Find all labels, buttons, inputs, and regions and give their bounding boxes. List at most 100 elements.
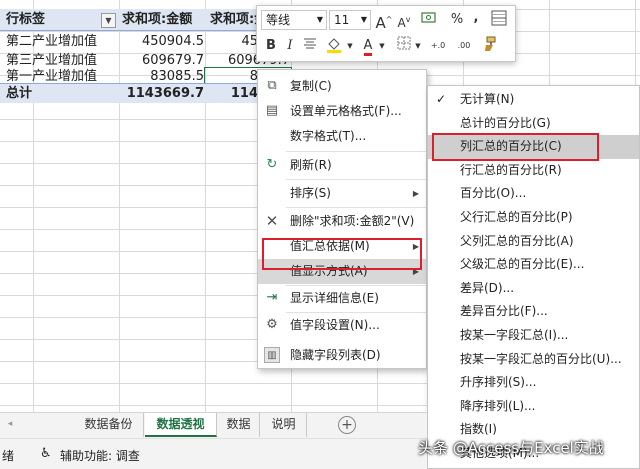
submenu-item-label: 行汇总的百分比(R)	[460, 162, 562, 177]
grid-icon	[491, 10, 507, 26]
highlight-box-percent-column-total	[432, 133, 599, 161]
submenu-item-difference-from[interactable]: 差异(D)...	[428, 277, 639, 301]
pivot-total-amount2[interactable]: 114	[204, 83, 258, 105]
increase-decimal-button[interactable]: +.0	[427, 36, 449, 56]
submenu-item-label: 父列汇总的百分比(A)	[460, 233, 574, 248]
font-size-value: 11	[334, 13, 350, 27]
font-name-select[interactable]: 等线 ▼	[261, 10, 327, 30]
borders-table-button[interactable]	[489, 10, 509, 30]
pivot-header-sum-amount2[interactable]: 求和项:金	[210, 9, 260, 31]
submenu-item-percent-row-total[interactable]: 行汇总的百分比(R)	[428, 159, 639, 183]
submenu-item-running-total[interactable]: 按某一字段汇总(I)...	[428, 324, 639, 348]
submenu-item-label: 无计算(N)	[460, 92, 515, 106]
status-ready: 绪	[2, 449, 15, 463]
submenu-item-percent-difference[interactable]: 差异百分比(F)...	[428, 300, 639, 324]
number-format-button[interactable]	[417, 10, 443, 30]
submenu-item-rank-ascending[interactable]: 升序排列(S)...	[428, 371, 639, 395]
grow-font-button[interactable]: A^	[375, 10, 393, 32]
filter-dropdown-icon[interactable]: ▼	[101, 13, 116, 28]
submenu-item-percent-parent-row[interactable]: 父行汇总的百分比(P)	[428, 206, 639, 230]
submenu-item-no-calculation[interactable]: ✓ 无计算(N)	[428, 88, 639, 112]
menu-item-refresh[interactable]: ↻ 刷新(R)	[258, 153, 426, 178]
context-menu-tail: ▥ 隐藏字段列表(D)	[257, 343, 427, 369]
context-menu: ⧉ 复制(C) ▤ 设置单元格格式(F)... 数字格式(T)... ↻ 刷新(R) …	[257, 69, 427, 369]
comma-style-button[interactable]: ,	[469, 8, 483, 28]
format-painter-button[interactable]	[479, 36, 499, 56]
chevron-down-icon: ▼	[316, 15, 323, 24]
menu-item-show-details[interactable]: ⇥ 显示详细信息(E)	[258, 286, 426, 311]
chevron-down-icon[interactable]: ▼	[345, 36, 355, 56]
italic-button[interactable]: I	[283, 36, 297, 56]
accessibility-icon: ♿	[40, 446, 52, 461]
menu-item-label: 复制(C)	[290, 79, 332, 93]
watermark: 头条 @Access与Excel实战	[418, 439, 604, 457]
shrink-font-button[interactable]: Av	[395, 10, 413, 30]
menu-item-label: 显示详细信息(E)	[290, 291, 379, 305]
bold-button[interactable]: B	[263, 36, 279, 56]
font-color-button[interactable]: A	[359, 36, 377, 56]
tab-data[interactable]: 数据	[218, 413, 260, 437]
chevron-down-icon[interactable]: ▼	[413, 36, 423, 56]
pivot-total-amount[interactable]: 1143669.7	[108, 83, 204, 105]
pivot-header-row-labels[interactable]: 行标签	[6, 9, 106, 31]
menu-separator	[286, 179, 426, 180]
tab-pivot[interactable]: 数据透视	[145, 413, 217, 437]
chevron-down-icon[interactable]: ▼	[377, 36, 387, 56]
menu-item-format-cells[interactable]: ▤ 设置单元格格式(F)...	[258, 99, 426, 124]
submenu-item-label: 百分比(O)...	[460, 186, 527, 201]
menu-item-label: 数字格式(T)...	[290, 129, 367, 143]
pivot-header-sum-amount[interactable]: 求和项:金额	[122, 9, 208, 31]
decrease-decimal-button[interactable]: .00	[453, 36, 475, 56]
menu-item-copy[interactable]: ⧉ 复制(C)	[258, 74, 426, 99]
tab-notes[interactable]: 说明	[261, 413, 307, 437]
font-color-icon: A	[363, 39, 373, 56]
refresh-icon: ↻	[266, 157, 278, 172]
submenu-item-label: 降序排列(L)...	[460, 398, 536, 413]
submenu-item-label: 总计的百分比(G)	[460, 115, 551, 130]
submenu-item-label: 父行汇总的百分比(P)	[460, 210, 573, 224]
submenu-item-label: 升序排列(S)...	[460, 375, 537, 390]
menu-item-label: 排序(S)	[290, 186, 331, 200]
submenu-item-percent-grand-total[interactable]: 总计的百分比(G)	[428, 112, 639, 136]
tab-scroll-icon[interactable]: ◂	[0, 413, 20, 437]
menu-item-sort[interactable]: 排序(S) ▶	[258, 181, 426, 206]
add-sheet-button[interactable]: +	[338, 416, 356, 434]
close-icon: ✕	[265, 212, 279, 230]
menu-item-number-format[interactable]: 数字格式(T)...	[258, 124, 426, 149]
submenu-item-percent-parent-total[interactable]: 父级汇总的百分比(E)...	[428, 253, 639, 277]
align-center-button[interactable]	[301, 36, 319, 56]
menu-item-label: 设置单元格格式(F)...	[290, 104, 402, 118]
menu-separator	[286, 207, 426, 208]
submenu-item-label: 差异百分比(F)...	[460, 304, 548, 319]
font-name-value: 等线	[266, 13, 291, 27]
sheet-tab-bar: ◂ 数据备份 数据透视 数据 说明 +	[0, 412, 427, 438]
submenu-item-label: 按某一字段汇总的百分比(U)...	[460, 351, 622, 366]
pivot-total-label[interactable]: 总计	[6, 83, 66, 105]
status-bar: 绪 ♿ 辅助功能: 调查	[0, 438, 427, 469]
submenu-item-percent-running-total[interactable]: 按某一字段汇总的百分比(U)...	[428, 348, 639, 372]
tab-data-backup[interactable]: 数据备份	[74, 413, 144, 437]
fill-color-button[interactable]	[323, 36, 345, 56]
mini-toolbar: 等线 ▼ 11 ▼ A^ Av % , B I ▼ A ▼ ▼ +.0 .00	[256, 5, 516, 62]
checkmark-icon: ✓	[436, 92, 447, 106]
submenu-item-percent-parent-column[interactable]: 父列汇总的百分比(A)	[428, 230, 639, 254]
accessibility-status[interactable]: 辅助功能: 调查	[60, 447, 140, 464]
submenu-item-percent-of[interactable]: 百分比(O)...	[428, 182, 639, 206]
submenu-item-rank-descending[interactable]: 降序排列(L)...	[428, 395, 639, 419]
menu-item-label: 刷新(R)	[290, 158, 332, 172]
menu-item-remove-field[interactable]: ✕ 删除"求和项:金额2"(V)	[258, 209, 426, 234]
menu-item-value-field-settings[interactable]: ⚙ 值字段设置(N)...	[258, 313, 426, 338]
menu-item-hide-field-list[interactable]: ▥ 隐藏字段列表(D)	[258, 343, 426, 368]
submenu-item-label: 按某一字段汇总(I)...	[460, 328, 569, 342]
chevron-down-icon: ▼	[360, 15, 367, 24]
font-size-select[interactable]: 11 ▼	[329, 10, 371, 30]
paint-bucket-icon	[327, 38, 341, 53]
format-painter-icon	[485, 36, 496, 51]
borders-icon	[397, 36, 411, 50]
borders-button[interactable]	[395, 36, 413, 56]
copy-icon: ⧉	[267, 78, 277, 93]
accounting-format-icon	[421, 12, 436, 23]
menu-item-label: 删除"求和项:金额2"(V)	[290, 214, 415, 228]
show-details-icon: ⇥	[266, 290, 278, 305]
percent-style-button[interactable]: %	[449, 10, 465, 30]
